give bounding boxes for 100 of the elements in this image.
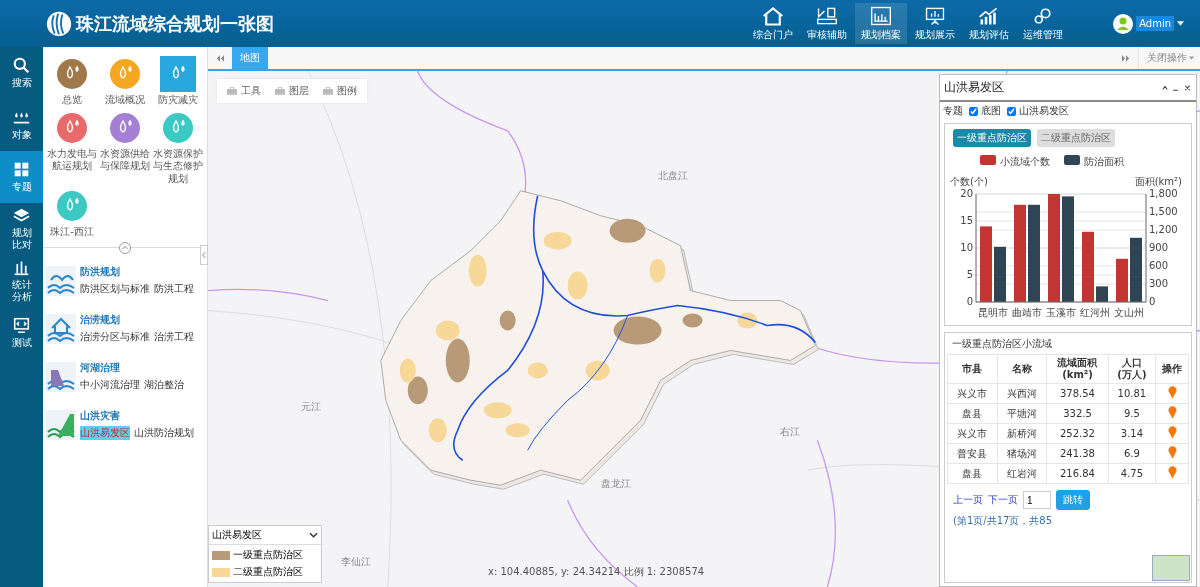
user-avatar-icon — [1113, 13, 1134, 34]
nav-item[interactable]: 审核辅助 — [801, 3, 854, 44]
double-left-arrow-icon[interactable] — [216, 54, 224, 62]
rail-item[interactable]: 规划比对 — [0, 203, 43, 255]
table-cell: 红岩河 — [997, 463, 1047, 484]
legend-title: 山洪易发区 — [212, 528, 262, 542]
nav-item[interactable]: 运维管理 — [1017, 3, 1070, 44]
flood-zone-patch[interactable] — [613, 316, 662, 345]
layer-name: 山洪易发区 — [1019, 104, 1069, 118]
left-axis: 0 5 10 15 20 — [960, 188, 977, 307]
layer-checkbox[interactable] — [1007, 106, 1016, 116]
topic-item[interactable]: 总览 — [46, 57, 98, 107]
axis-title: 个数(个) — [950, 176, 988, 187]
y2-tick-label: 1,800 — [1149, 188, 1178, 199]
right-axis: 0 300 600 900 1,200 1,500 1,800 — [1145, 188, 1178, 307]
layer-name: 底图 — [981, 104, 1001, 118]
user-menu-button[interactable]: Admin — [1136, 16, 1174, 31]
subtopic-title[interactable]: 河湖治理 — [80, 360, 184, 375]
rail-item[interactable]: 专题 — [0, 151, 43, 203]
rail-item[interactable]: 测试 — [0, 307, 43, 359]
subtopic-link[interactable]: 治涝工程 — [154, 329, 194, 344]
toolbar-button[interactable]: 图例 — [323, 84, 357, 98]
river-label: 李仙江 — [340, 556, 371, 568]
table-cell: 9.5 — [1108, 403, 1156, 424]
double-right-arrow-icon[interactable] — [1122, 54, 1130, 62]
nav-item[interactable]: 综合门户 — [747, 3, 800, 44]
subtopic-link[interactable]: 湖泊整治 — [144, 377, 184, 392]
flood-zone-patch[interactable] — [737, 312, 758, 329]
x-tick-label: 文山州 — [1114, 307, 1144, 318]
y2-tick-label: 0 — [1149, 296, 1156, 307]
table-cell: 兴西河 — [997, 383, 1047, 404]
rail-item[interactable]: 统计分析 — [0, 255, 43, 307]
previous-page-link[interactable]: 上一页 — [953, 493, 983, 507]
next-page-link[interactable]: 下一页 — [988, 493, 1018, 507]
toolbar-button[interactable]: 工具 — [227, 84, 261, 98]
page-input[interactable]: 1 — [1023, 491, 1051, 509]
toolbar-button[interactable]: 图层 — [275, 84, 309, 98]
table-cell: 6.9 — [1108, 443, 1156, 464]
basemap-thumbnail[interactable] — [1152, 555, 1190, 581]
column-header: 流域面积 (km²) — [1046, 354, 1108, 384]
grid-icon — [13, 161, 30, 178]
rail-item[interactable]: 对象 — [0, 99, 43, 151]
topic-item[interactable]: 水资源保护与生态修护规划 — [152, 110, 204, 185]
level-tab[interactable]: 二级重点防治区 — [1037, 129, 1115, 147]
column-header: 人口 (万人) — [1108, 354, 1156, 384]
coordinate-readout: x: 104.40885, y: 24.34214 比例 1: 2308574 — [488, 565, 705, 579]
legend-label: 防治面积 — [1084, 156, 1124, 167]
close-operations-dropdown[interactable]: 关闭操作 — [1138, 47, 1200, 69]
y-tick-label: 0 — [966, 296, 973, 307]
table-cell: 216.84 — [1046, 463, 1108, 484]
table-cell: 332.5 — [1046, 403, 1108, 424]
subtopic-link[interactable]: 山洪防治规划 — [134, 425, 194, 440]
x-tick-label: 曲靖市 — [1012, 307, 1042, 318]
table-cell: 新桥河 — [997, 423, 1047, 444]
subtopic-title[interactable]: 治涝规划 — [80, 312, 194, 327]
map-pin-icon[interactable] — [1167, 466, 1177, 479]
map-pin-icon[interactable] — [1167, 406, 1177, 419]
layer-checkbox[interactable] — [969, 106, 978, 116]
level-tab[interactable]: 一级重点防治区 — [953, 129, 1031, 147]
layer-label: 专题 — [943, 104, 963, 118]
briefcase-icon — [275, 87, 285, 95]
table-cell: 241.38 — [1046, 443, 1108, 464]
topic-item[interactable]: 水力发电与航运规划 — [46, 110, 98, 185]
nav-item[interactable]: 规划评估 — [963, 3, 1016, 44]
legend-item: 防治面积 — [1064, 155, 1124, 167]
river-label: 盘龙江 — [600, 478, 631, 490]
subtopic-title[interactable]: 防洪规划 — [80, 264, 194, 279]
map-pin-icon[interactable] — [1167, 426, 1177, 439]
subtopic-link[interactable]: 治涝分区与标准 — [80, 329, 150, 344]
nav-item[interactable]: 规划档案 — [855, 3, 908, 44]
table-cell: 猪场河 — [997, 443, 1047, 464]
ruler-icon — [816, 6, 839, 26]
topic-item[interactable]: 水资源供给与保障规划 — [99, 110, 151, 185]
map-pin-icon[interactable] — [1167, 386, 1177, 399]
map-pin-icon[interactable] — [1167, 446, 1177, 459]
window-controls-icon[interactable] — [1162, 83, 1192, 92]
subtopic-link[interactable]: 防洪工程 — [154, 281, 194, 296]
flood-zone-patch[interactable] — [585, 360, 610, 381]
chevron-down-icon[interactable] — [309, 532, 318, 538]
bar — [1116, 258, 1128, 302]
rail-item[interactable]: 搜索 — [0, 47, 43, 99]
chart-frame-icon — [870, 6, 893, 26]
page-info: (第1页/共17页，共85 — [953, 514, 1053, 528]
y2-tick-label: 900 — [1149, 242, 1169, 253]
topic-item[interactable]: 珠江-西江 — [46, 189, 98, 239]
subtopic-title[interactable]: 山洪灾害 — [80, 408, 194, 423]
subtopic-link[interactable]: 防洪区划与标准 — [80, 281, 150, 296]
topic-item[interactable]: 流域概况 — [99, 57, 151, 107]
y-tick-label: 5 — [966, 269, 973, 280]
topic-item[interactable]: 防灾减灾 — [152, 57, 204, 107]
nav-item[interactable]: 规划展示 — [909, 3, 962, 44]
column-header: 名称 — [997, 354, 1047, 384]
collapse-left-icon[interactable] — [200, 245, 208, 265]
collapse-up-icon[interactable] — [119, 241, 131, 254]
subtopic-link[interactable]: 中小河流治理 — [80, 377, 140, 392]
briefcase-icon — [323, 87, 333, 95]
river-label: 北盘江 — [657, 169, 688, 181]
bar — [994, 246, 1006, 302]
x-tick-label: 玉溪市 — [1046, 307, 1076, 318]
layers-icon — [13, 207, 30, 224]
